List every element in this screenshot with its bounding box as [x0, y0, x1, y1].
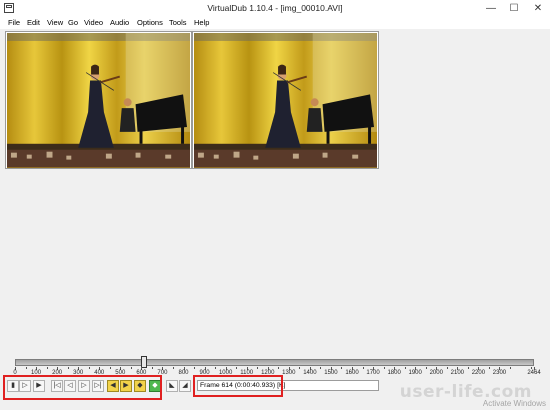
ruler-tick-label: 1600 — [345, 370, 359, 376]
highlight-frame-status — [193, 375, 283, 397]
ruler-minor-tick — [446, 367, 448, 369]
mark-in-icon[interactable]: ◣ — [166, 380, 178, 392]
menu-edit[interactable]: Edit — [27, 18, 40, 27]
maximize-button[interactable]: ☐ — [503, 0, 525, 17]
ruler-tick-label: 1700 — [366, 370, 380, 376]
ruler-minor-tick — [404, 367, 406, 369]
ruler-tick-label: 2464 — [527, 370, 541, 376]
ruler-minor-tick — [67, 367, 69, 369]
ruler-minor-tick — [383, 367, 385, 369]
menu-video[interactable]: Video — [84, 18, 103, 27]
close-button[interactable]: ✕ — [527, 0, 549, 17]
watermark-activate: Activate Windows — [482, 399, 546, 408]
menu-go[interactable]: Go — [68, 18, 78, 27]
menu-file[interactable]: File — [8, 18, 20, 27]
ruler-minor-tick — [88, 367, 90, 369]
ruler-minor-tick — [109, 367, 111, 369]
ruler-minor-tick — [299, 367, 301, 369]
output-video-frame — [194, 33, 377, 168]
input-video-frame — [7, 33, 190, 168]
minimize-button[interactable]: — — [480, 0, 502, 17]
ruler-minor-tick — [257, 367, 259, 369]
highlight-transport-buttons — [3, 375, 162, 400]
ruler-tick-label: 2200 — [471, 370, 486, 376]
menu-tools[interactable]: Tools — [169, 18, 187, 27]
ruler-minor-tick — [320, 367, 322, 369]
ruler-tick-label: 1800 — [387, 370, 401, 376]
input-video-pane[interactable] — [5, 31, 192, 169]
ruler-minor-tick — [531, 367, 533, 369]
menu-audio[interactable]: Audio — [110, 18, 129, 27]
ruler-minor-tick — [236, 367, 238, 369]
menu-options[interactable]: Options — [137, 18, 163, 27]
ruler-tick-label: 1300 — [282, 370, 296, 376]
ruler-minor-tick — [194, 367, 196, 369]
ruler-tick-label: 1400 — [303, 370, 317, 376]
ruler-minor-tick — [278, 367, 280, 369]
ruler-minor-tick — [425, 367, 427, 369]
ruler-minor-tick — [172, 367, 174, 369]
ruler-minor-tick — [130, 367, 132, 369]
position-track[interactable] — [15, 359, 534, 366]
ruler-minor-tick — [151, 367, 153, 369]
mark-out-icon[interactable]: ◢ — [179, 380, 191, 392]
ruler-minor-tick — [25, 367, 27, 369]
ruler-tick-label: 800 — [178, 370, 189, 376]
menu-view[interactable]: View — [47, 18, 63, 27]
ruler-tick-label: 2000 — [429, 370, 443, 376]
window-title: VirtualDub 1.10.4 - [img_00010.AVI] — [207, 3, 343, 13]
ruler-minor-tick — [509, 367, 511, 369]
ruler-minor-tick — [488, 367, 490, 369]
output-video-pane[interactable] — [192, 31, 379, 169]
ruler-minor-tick — [46, 367, 48, 369]
ruler-tick-label: 1500 — [324, 370, 338, 376]
ruler-tick-label: 1900 — [408, 370, 422, 376]
menu-bar: File Edit View Go Video Audio Options To… — [0, 17, 550, 29]
ruler-minor-tick — [215, 367, 217, 369]
ruler-minor-tick — [467, 367, 469, 369]
ruler-tick-label: 2100 — [450, 370, 465, 376]
menu-help[interactable]: Help — [194, 18, 209, 27]
title-bar: VirtualDub 1.10.4 - [img_00010.AVI] — ☐ … — [0, 0, 550, 17]
ruler-minor-tick — [341, 367, 343, 369]
ruler-tick-label: 2300 — [492, 370, 507, 376]
ruler-minor-tick — [362, 367, 364, 369]
